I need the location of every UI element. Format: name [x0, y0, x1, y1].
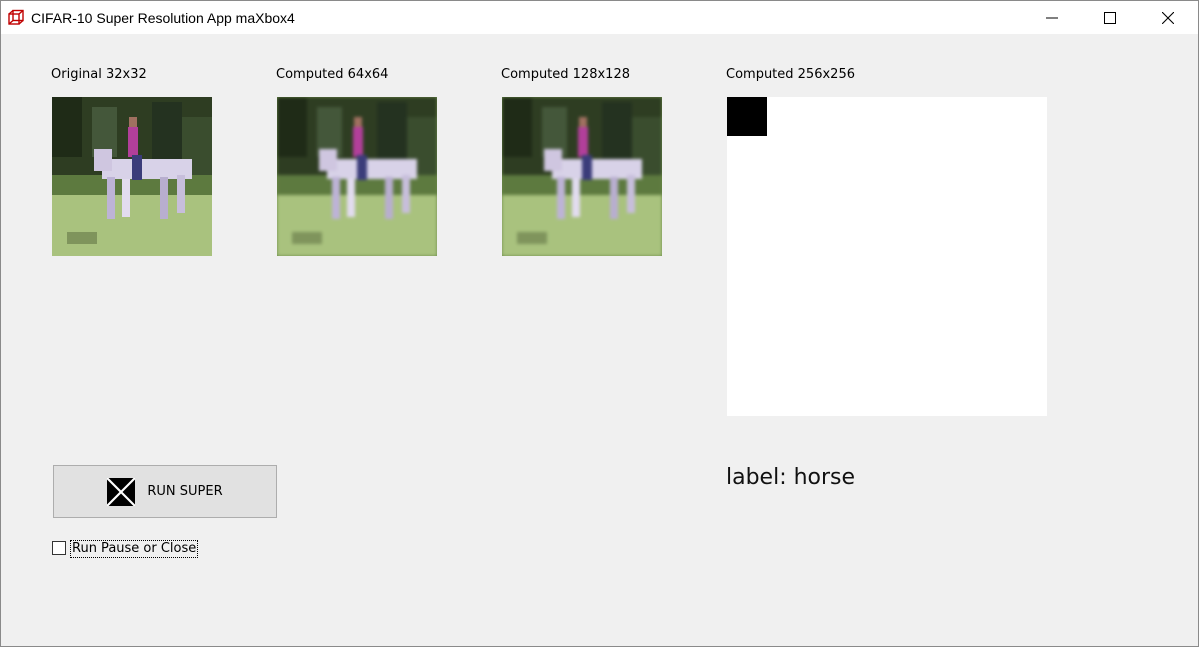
close-icon [1162, 11, 1174, 24]
predicted-label: label: horse [726, 465, 856, 490]
checkbox-label[interactable]: Run Pause or Close [70, 540, 199, 558]
title-bar[interactable]: CIFAR-10 Super Resolution App maXbox4 [1, 1, 1198, 34]
minimize-icon [1046, 17, 1058, 18]
run-super-button[interactable]: RUN SUPER [53, 465, 277, 518]
computed-64-label: Computed 64x64 [276, 67, 389, 82]
hourglass-x-icon [107, 477, 136, 506]
computed-128-label: Computed 128x128 [501, 67, 630, 82]
rendered-tile [727, 97, 767, 136]
computed-64-image [277, 97, 437, 256]
window-title: CIFAR-10 Super Resolution App maXbox4 [31, 10, 295, 26]
maximize-icon [1104, 11, 1116, 24]
close-button[interactable] [1139, 1, 1197, 34]
maximize-button[interactable] [1081, 1, 1139, 34]
checkbox-box[interactable] [52, 541, 66, 555]
computed-128-image [502, 97, 662, 256]
original-image [52, 97, 212, 256]
minimize-button[interactable] [1023, 1, 1081, 34]
computed-256-canvas [727, 97, 1047, 416]
app-window: CIFAR-10 Super Resolution App maXbox4 Or… [0, 0, 1199, 647]
computed-256-label: Computed 256x256 [726, 67, 855, 82]
original-label: Original 32x32 [51, 67, 147, 82]
run-super-label: RUN SUPER [147, 484, 223, 499]
cube-icon [8, 9, 24, 25]
